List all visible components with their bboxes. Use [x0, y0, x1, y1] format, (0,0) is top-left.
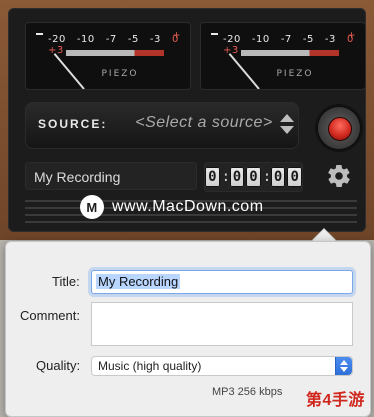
timer-colon: : — [262, 169, 272, 185]
dropdown-icon[interactable] — [335, 357, 352, 375]
comment-textarea[interactable] — [91, 302, 353, 346]
meter-brand-label: PIEZO — [276, 69, 314, 79]
comment-label: Comment: — [20, 308, 80, 323]
meter-brand-label: PIEZO — [101, 69, 139, 79]
title-input[interactable]: My Recording — [91, 270, 353, 294]
meter-needle — [228, 53, 260, 89]
watermark: M www.MacDown.com — [80, 194, 264, 220]
meter-scale-bar — [66, 50, 164, 56]
tick-label: -10 — [76, 34, 95, 45]
tick-label: -7 — [280, 34, 292, 45]
stepper-icon[interactable] — [280, 114, 294, 136]
tick-label: -7 — [105, 34, 117, 45]
tick-label: -10 — [251, 34, 270, 45]
timer-digit: 0 — [246, 167, 261, 187]
quality-select-value: Music (high quality) — [98, 359, 202, 373]
tick-label: -5 — [127, 34, 139, 45]
quality-select[interactable]: Music (high quality) — [91, 356, 353, 376]
record-icon — [328, 117, 352, 141]
popover-arrow — [312, 229, 336, 241]
meter-scale-bar — [241, 50, 339, 56]
tick-label: -3 — [149, 34, 161, 45]
watermark-logo: M — [80, 195, 104, 219]
tick-label: -20 — [223, 34, 241, 45]
gear-icon[interactable] — [326, 163, 352, 189]
right-level-meter: -20 -10 -7 -5 -3 0 +3 + PIEZO — [200, 22, 366, 90]
source-value[interactable]: <Select a source> — [124, 114, 284, 132]
recording-name-field[interactable]: My Recording — [25, 162, 197, 190]
timer-digit: 0 — [270, 167, 286, 187]
tick-label: -3 — [324, 34, 336, 45]
tick-label: -5 — [302, 34, 314, 45]
brand-watermark: 第4手游 — [306, 392, 365, 409]
timer-colon: : — [221, 169, 231, 185]
watermark-text: www.MacDown.com — [112, 198, 264, 215]
source-label: SOURCE: — [38, 117, 108, 131]
stepper-up[interactable] — [280, 114, 294, 122]
piezo-window: -20 -10 -7 -5 -3 0 +3 + PIEZO -20 -10 -7… — [0, 0, 374, 240]
meter-plus: + — [172, 28, 180, 42]
meter-plus: + — [347, 28, 355, 42]
left-level-meter: -20 -10 -7 -5 -3 0 +3 + PIEZO — [25, 22, 191, 90]
quality-label: Quality: — [36, 358, 81, 373]
tick-label: -20 — [48, 34, 66, 45]
timer-display: 0 : 0 0 : 0 0 — [204, 162, 303, 192]
title-label: Title: — [52, 274, 80, 289]
stepper-down[interactable] — [280, 126, 294, 134]
source-selector[interactable]: SOURCE: <Select a source> — [25, 102, 299, 149]
record-button[interactable] — [315, 104, 363, 152]
meter-minus — [211, 33, 218, 35]
format-info: MP3 256 kbps — [212, 386, 283, 398]
timer-digit: 0 — [287, 167, 302, 187]
timer-digit: 0 — [205, 167, 220, 187]
meter-needle — [53, 53, 85, 89]
meter-minus — [36, 33, 43, 35]
title-input-value[interactable]: My Recording — [96, 274, 181, 289]
timer-digit: 0 — [229, 167, 245, 187]
